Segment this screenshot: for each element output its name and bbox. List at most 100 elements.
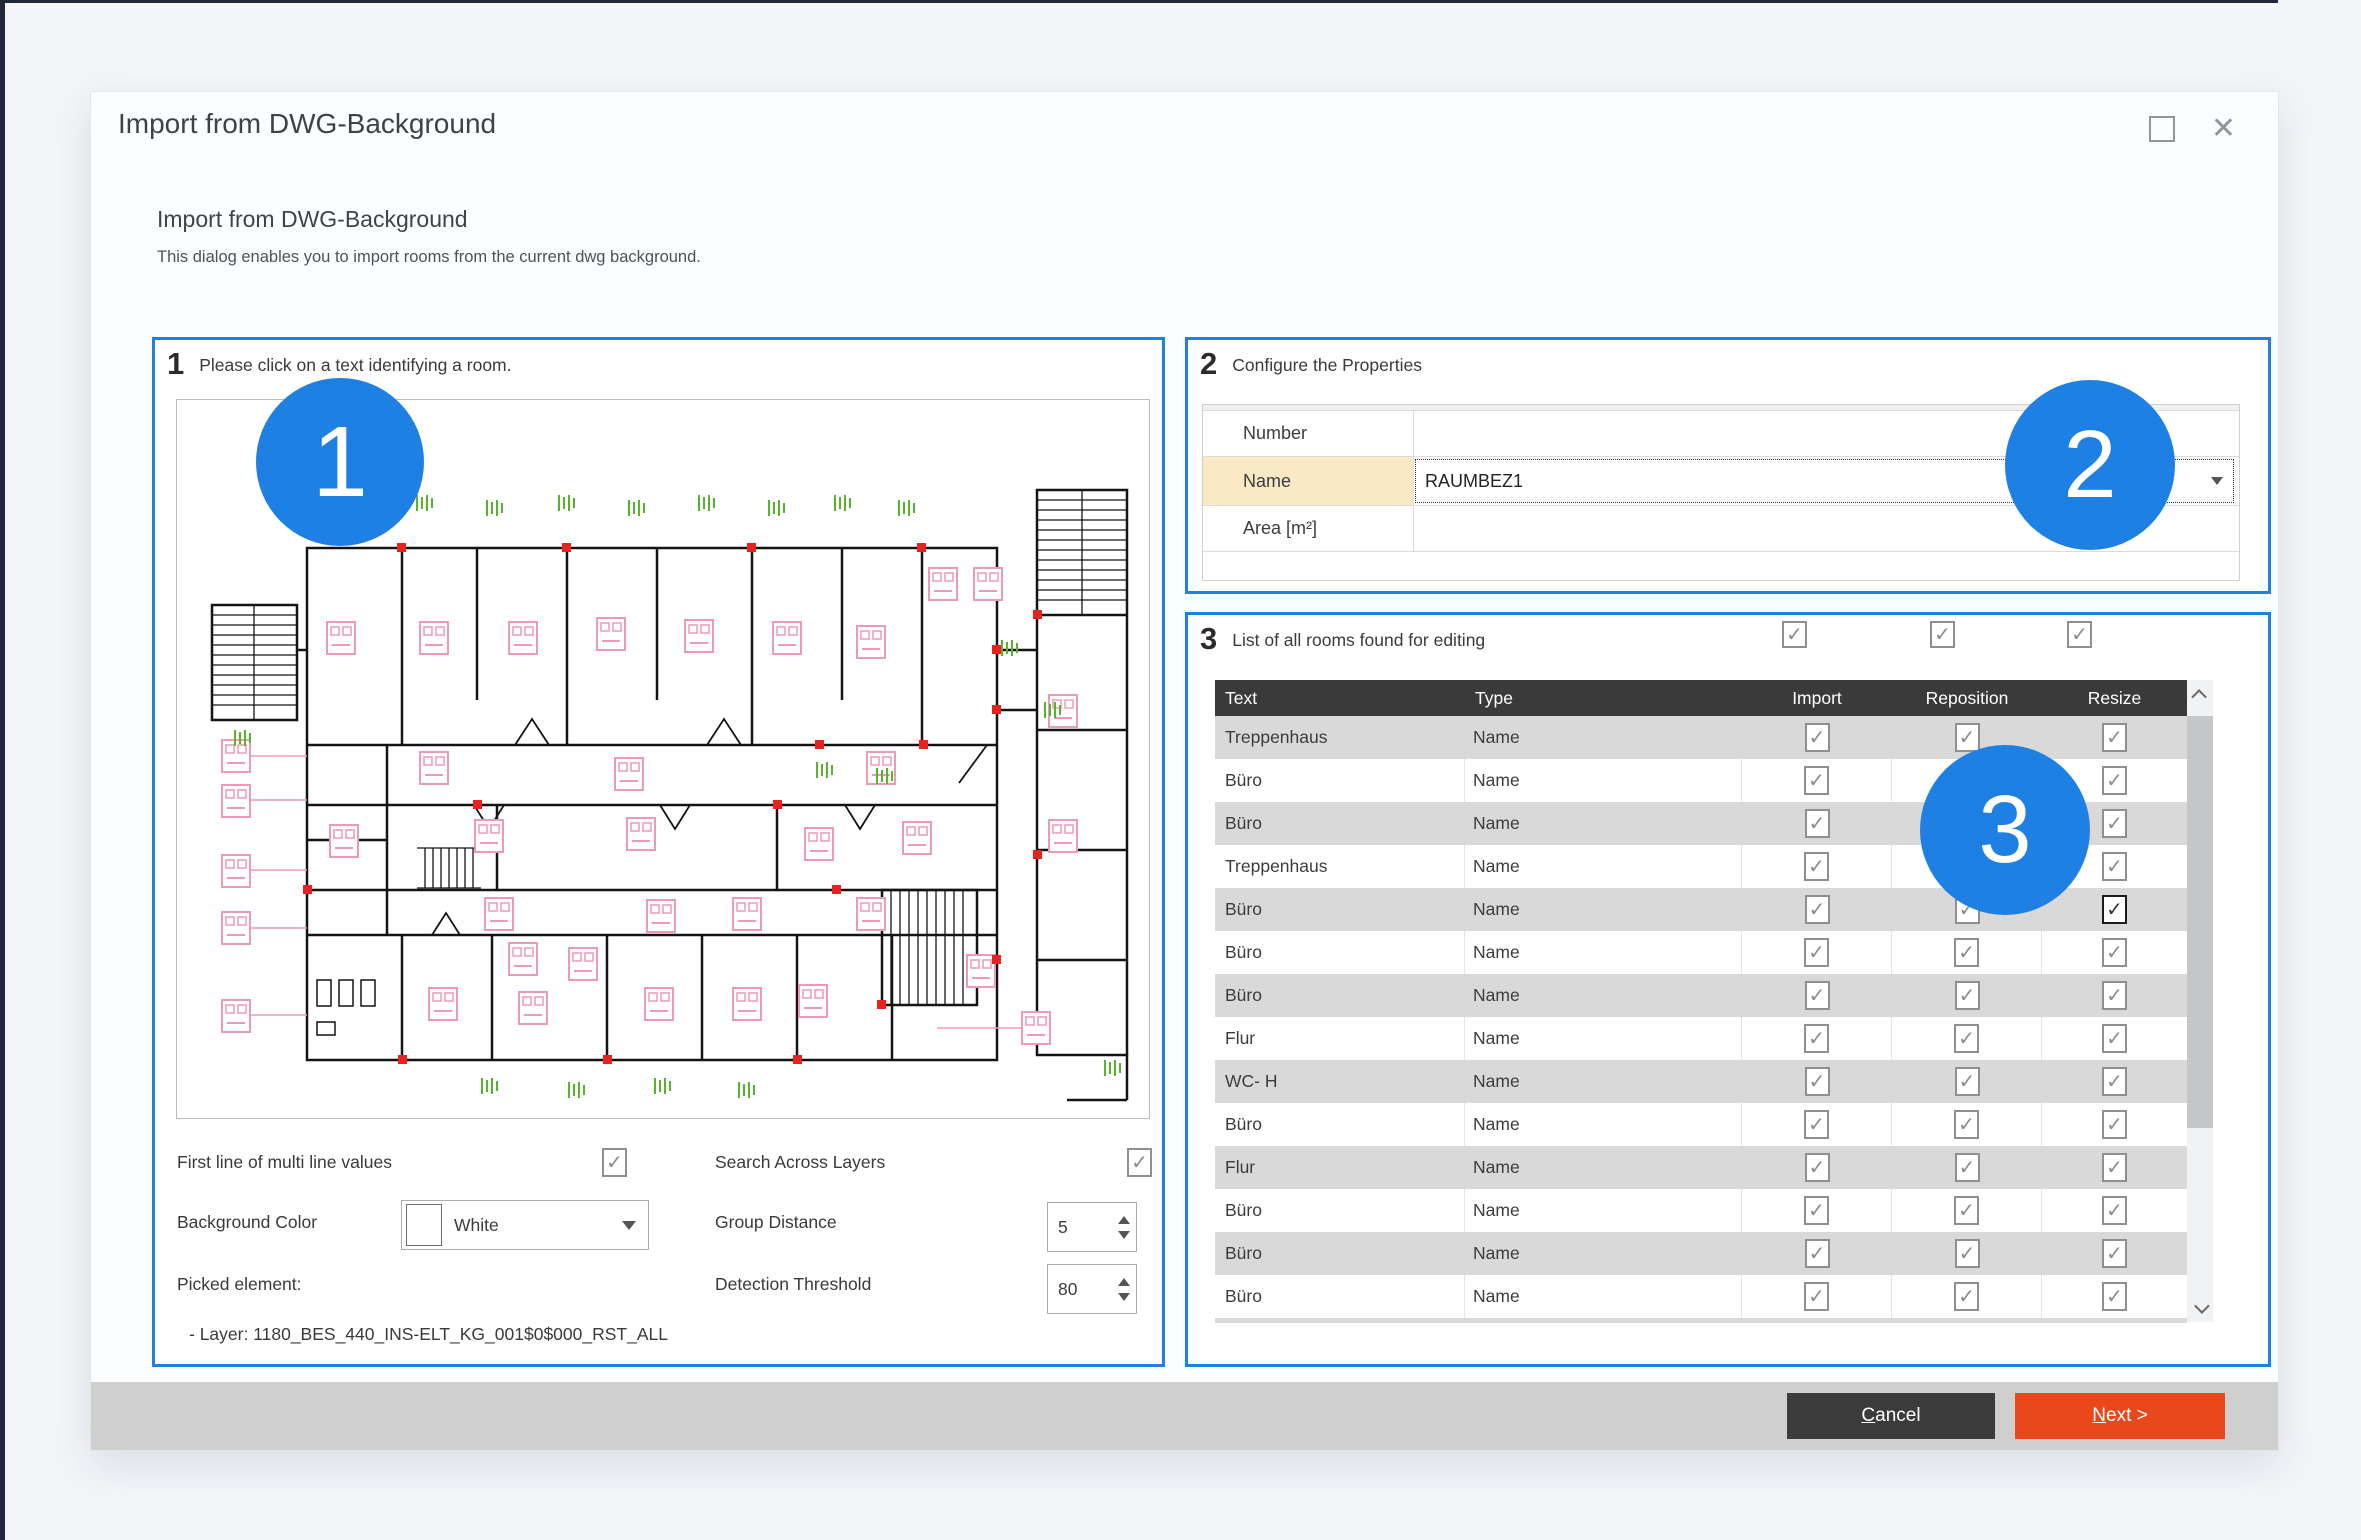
resize-checkbox[interactable]	[2102, 1153, 2127, 1182]
cancel-button[interactable]: Cancel	[1787, 1393, 1995, 1439]
table-row[interactable]: Büro Name	[1215, 1232, 2187, 1275]
resize-checkbox[interactable]	[2102, 981, 2127, 1010]
select-all-reposition-checkbox[interactable]	[1930, 621, 1955, 648]
scroll-up-icon[interactable]	[2187, 680, 2213, 710]
room-text: Büro	[1215, 1189, 1465, 1232]
search-across-layers-checkbox[interactable]	[1127, 1148, 1152, 1177]
import-checkbox[interactable]	[1805, 981, 1830, 1010]
table-row[interactable]: Büro Name	[1215, 1189, 2187, 1232]
table-row[interactable]: WC- H Name	[1215, 1060, 2187, 1103]
room-text: Treppenhaus	[1215, 845, 1465, 888]
scroll-down-icon[interactable]	[2187, 1292, 2213, 1322]
resize-checkbox[interactable]	[2102, 1239, 2127, 1268]
import-checkbox[interactable]	[1804, 1024, 1829, 1053]
import-checkbox[interactable]	[1805, 723, 1830, 752]
resize-checkbox[interactable]	[2102, 938, 2127, 967]
resize-checkbox[interactable]	[2102, 809, 2127, 838]
room-text: Büro	[1215, 931, 1465, 974]
import-checkbox[interactable]	[1805, 1067, 1830, 1096]
resize-checkbox[interactable]	[2102, 766, 2127, 795]
reposition-checkbox[interactable]	[1954, 1282, 1979, 1311]
reposition-checkbox[interactable]	[1954, 1196, 1979, 1225]
room-type: Name	[1465, 759, 1742, 802]
reposition-checkbox[interactable]	[1955, 981, 1980, 1010]
dialog-footer: Cancel Next >	[91, 1382, 2278, 1450]
resize-checkbox[interactable]	[2102, 852, 2127, 881]
resize-checkbox[interactable]	[2102, 1067, 2127, 1096]
reposition-checkbox[interactable]	[1955, 1153, 1980, 1182]
group-distance-stepper[interactable]: 5	[1047, 1202, 1137, 1252]
scrollbar-thumb[interactable]	[2187, 716, 2213, 1128]
resize-checkbox[interactable]	[2102, 1024, 2127, 1053]
room-type: Name	[1465, 1275, 1742, 1318]
table-row[interactable]: Büro Name	[1215, 1275, 2187, 1318]
close-icon[interactable]: ✕	[2211, 117, 2236, 141]
table-row[interactable]: Büro Name	[1215, 931, 2187, 974]
spin-up-icon[interactable]	[1118, 1278, 1130, 1286]
import-checkbox[interactable]	[1804, 852, 1829, 881]
resize-checkbox[interactable]	[2102, 1110, 2127, 1139]
import-checkbox[interactable]	[1805, 809, 1830, 838]
resize-checkbox[interactable]	[2102, 723, 2127, 752]
table-row[interactable]: Flur Name	[1215, 1146, 2187, 1189]
room-text: Büro	[1215, 759, 1465, 802]
column-header-import: Import	[1742, 688, 1892, 709]
table-row[interactable]: Büro Name	[1215, 1103, 2187, 1146]
detection-threshold-label: Detection Threshold	[715, 1274, 871, 1295]
chevron-down-icon[interactable]	[2211, 477, 2223, 485]
table-row[interactable]: Büro Name	[1215, 974, 2187, 1017]
rooms-table-scrollbar[interactable]	[2187, 680, 2213, 1322]
background-color-value: White	[454, 1215, 622, 1236]
import-checkbox[interactable]	[1805, 1239, 1830, 1268]
reposition-checkbox[interactable]	[1955, 1067, 1980, 1096]
room-type: Name	[1465, 716, 1742, 759]
first-line-checkbox[interactable]	[602, 1148, 627, 1177]
next-button[interactable]: Next >	[2015, 1393, 2225, 1439]
reposition-checkbox[interactable]	[1954, 938, 1979, 967]
import-checkbox[interactable]	[1805, 895, 1830, 924]
reposition-checkbox[interactable]	[1955, 1239, 1980, 1268]
maximize-icon[interactable]	[2149, 116, 2175, 142]
room-text: Büro	[1215, 1318, 1465, 1323]
reposition-checkbox[interactable]	[1954, 1024, 1979, 1053]
table-row[interactable]: Büro Name	[1215, 1318, 2187, 1323]
import-checkbox[interactable]	[1804, 1196, 1829, 1225]
spin-down-icon[interactable]	[1118, 1293, 1130, 1301]
room-text: Büro	[1215, 1232, 1465, 1275]
import-checkbox[interactable]	[1804, 1282, 1829, 1311]
column-header-resize: Resize	[2042, 688, 2187, 709]
room-text: Büro	[1215, 1103, 1465, 1146]
resize-checkbox[interactable]	[2102, 1196, 2127, 1225]
reposition-checkbox[interactable]	[1955, 723, 1980, 752]
room-text: WC- H	[1215, 1060, 1465, 1103]
search-across-layers-label: Search Across Layers	[715, 1152, 885, 1173]
room-text: Flur	[1215, 1146, 1465, 1189]
room-text: Büro	[1215, 802, 1465, 845]
import-checkbox[interactable]	[1804, 938, 1829, 967]
detection-threshold-stepper[interactable]: 80	[1047, 1264, 1137, 1314]
select-all-resize-checkbox[interactable]	[2067, 621, 2092, 648]
first-line-label: First line of multi line values	[177, 1152, 392, 1173]
room-type: Name	[1465, 1232, 1742, 1275]
properties-table-footer	[1203, 552, 2239, 580]
column-header-reposition: Reposition	[1892, 688, 2042, 709]
import-checkbox[interactable]	[1804, 766, 1829, 795]
room-type: Name	[1465, 1103, 1742, 1146]
background-color-dropdown[interactable]: White	[401, 1200, 649, 1250]
import-checkbox[interactable]	[1804, 1110, 1829, 1139]
table-row[interactable]: Flur Name	[1215, 1017, 2187, 1060]
page-description: This dialog enables you to import rooms …	[157, 248, 701, 267]
reposition-checkbox[interactable]	[1954, 1110, 1979, 1139]
resize-checkbox[interactable]	[2102, 1282, 2127, 1311]
picked-element-label: Picked element:	[177, 1274, 302, 1295]
room-type: Name	[1465, 1060, 1742, 1103]
spin-up-icon[interactable]	[1118, 1216, 1130, 1224]
resize-checkbox[interactable]	[2102, 895, 2127, 924]
spin-down-icon[interactable]	[1118, 1231, 1130, 1239]
import-checkbox[interactable]	[1805, 1153, 1830, 1182]
select-all-import-checkbox[interactable]	[1782, 621, 1807, 648]
area-label: Area [m²]	[1203, 506, 1414, 551]
color-swatch	[406, 1204, 442, 1246]
room-type: Name	[1465, 802, 1742, 845]
dialog-title: Import from DWG-Background	[118, 108, 496, 140]
